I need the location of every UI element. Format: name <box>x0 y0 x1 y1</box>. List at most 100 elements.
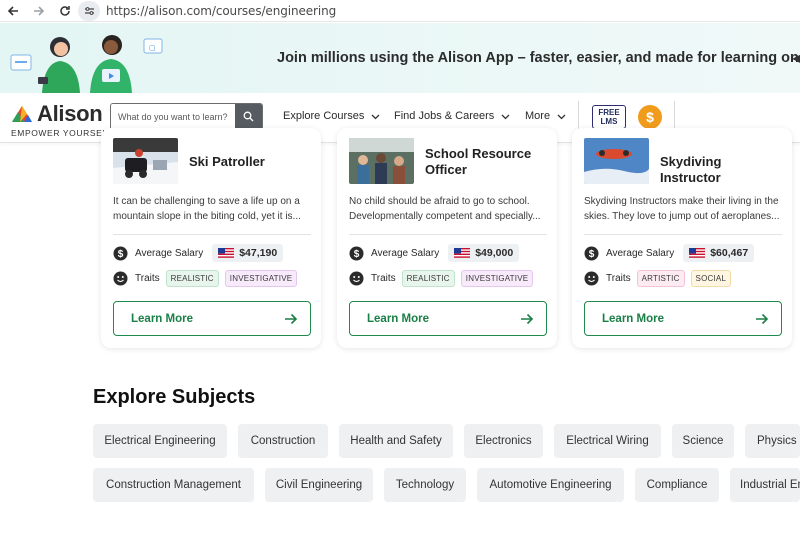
subject-chip[interactable]: Automotive Engineering <box>477 468 624 502</box>
promo-arrow-icon[interactable]: ◀ <box>792 51 800 65</box>
header-divider <box>674 101 675 131</box>
card-title[interactable]: School Resource Officer <box>425 146 550 178</box>
arrow-right-icon <box>756 313 769 324</box>
learn-more-button[interactable]: Learn More <box>113 301 311 336</box>
reload-icon[interactable] <box>52 0 78 22</box>
subject-chip[interactable]: Health and Safety <box>339 424 453 458</box>
menu-label: Find Jobs & Careers <box>394 110 495 122</box>
traits-row: Traits REALISTIC INVESTIGATIVE <box>349 270 534 287</box>
smiley-icon <box>584 271 599 286</box>
smiley-icon <box>113 271 128 286</box>
career-card: Ski Patroller It can be challenging to s… <box>101 128 321 348</box>
learn-more-label: Learn More <box>602 312 664 325</box>
svg-text:$: $ <box>354 249 360 260</box>
promo-text[interactable]: Join millions using the Alison App – fas… <box>277 50 800 66</box>
traits-row: Traits REALISTIC INVESTIGATIVE <box>113 270 298 287</box>
menu-find-jobs[interactable]: Find Jobs & Careers <box>394 110 510 122</box>
skydiving-instructor-image <box>584 138 649 184</box>
subject-chip[interactable]: Science <box>672 424 734 458</box>
dollar-icon: $ <box>113 246 128 260</box>
section-heading: Explore Subjects <box>93 386 256 408</box>
ski-patroller-image <box>113 138 178 184</box>
salary-badge: $60,467 <box>683 244 755 262</box>
card-description: It can be challenging to save a life up … <box>113 196 301 222</box>
subject-chip[interactable]: Construction <box>238 424 328 458</box>
chevron-down-icon <box>371 114 380 119</box>
forward-icon[interactable] <box>26 0 52 22</box>
salary-label: Average Salary <box>371 247 440 259</box>
coin-icon[interactable]: $ <box>638 105 662 129</box>
logo-mark-icon <box>12 106 32 122</box>
dollar-icon: $ <box>349 246 364 260</box>
trait-badge: INVESTIGATIVE <box>460 270 534 287</box>
search-input[interactable] <box>111 104 235 129</box>
subject-chip[interactable]: Civil Engineering <box>265 468 373 502</box>
subject-chip[interactable]: Construction Management <box>93 468 254 502</box>
logo-tagline: EMPOWER YOURSELF <box>11 128 114 138</box>
subject-chip[interactable]: Electronics <box>464 424 543 458</box>
learn-more-button[interactable]: Learn More <box>349 301 547 336</box>
card-divider <box>584 234 782 235</box>
menu-more[interactable]: More <box>525 110 566 122</box>
search-box <box>110 103 263 130</box>
salary-label: Average Salary <box>606 247 675 259</box>
subject-chip[interactable]: Compliance <box>635 468 719 502</box>
salary-value: $60,467 <box>710 247 749 259</box>
us-flag-icon <box>689 248 706 258</box>
us-flag-icon <box>454 248 471 258</box>
salary-row: $ Average Salary $49,000 <box>349 244 520 262</box>
site-info-icon[interactable] <box>78 1 100 21</box>
logo-word: Alison <box>37 101 103 126</box>
school-resource-officer-image <box>349 138 414 184</box>
arrow-right-icon <box>521 313 534 324</box>
back-icon[interactable] <box>0 0 26 22</box>
us-flag-icon <box>218 248 235 258</box>
trait-badge: REALISTIC <box>165 270 219 287</box>
trait-badge: REALISTIC <box>401 270 455 287</box>
address-bar[interactable]: https://alison.com/courses/engineering <box>78 0 336 22</box>
traits-label: Traits <box>606 273 631 284</box>
chevron-down-icon <box>557 114 566 119</box>
subject-chip[interactable]: Electrical Wiring <box>554 424 661 458</box>
svg-text:$: $ <box>118 249 124 260</box>
search-button[interactable] <box>235 104 262 129</box>
card-description: No child should be afraid to go to schoo… <box>349 196 541 222</box>
subject-chip[interactable]: Technology <box>384 468 466 502</box>
card-description: Skydiving Instructors make their living … <box>584 196 780 222</box>
trait-badge: SOCIAL <box>690 270 732 287</box>
traits-label: Traits <box>371 273 396 284</box>
salary-row: $ Average Salary $60,467 <box>584 244 755 262</box>
card-divider <box>349 234 547 235</box>
trait-badge: ARTISTIC <box>636 270 685 287</box>
career-card: School Resource Officer No child should … <box>337 128 557 348</box>
traits-row: Traits ARTISTIC SOCIAL <box>584 270 732 287</box>
arrow-right-icon <box>285 313 298 324</box>
free-lms-button[interactable]: FREE LMS <box>592 105 626 129</box>
people-illustration: ▢ <box>10 35 163 93</box>
trait-badge: INVESTIGATIVE <box>224 270 298 287</box>
menu-label: More <box>525 110 551 122</box>
header-divider <box>578 101 579 131</box>
card-title[interactable]: Skydiving Instructor <box>660 154 785 186</box>
learn-more-label: Learn More <box>367 312 429 325</box>
dollar-icon: $ <box>584 246 599 260</box>
learn-more-button[interactable]: Learn More <box>584 301 782 336</box>
card-divider <box>113 234 311 235</box>
free-lms-line1: FREE <box>598 108 620 117</box>
search-icon <box>243 111 254 122</box>
subject-chip[interactable]: Industrial Engineering <box>730 468 800 502</box>
salary-row: $ Average Salary $47,190 <box>113 244 284 262</box>
subject-chip[interactable]: Physics <box>745 424 800 458</box>
learn-more-label: Learn More <box>131 312 193 325</box>
career-card: Skydiving Instructor Skydiving Instructo… <box>572 128 792 348</box>
app-promo-banner[interactable]: ▢ Join millions using the Alison App – f… <box>0 23 800 93</box>
svg-text:$: $ <box>589 249 595 260</box>
subject-chip[interactable]: Electrical Engineering <box>93 424 227 458</box>
salary-value: $49,000 <box>475 247 514 259</box>
url-text[interactable]: https://alison.com/courses/engineering <box>106 4 336 18</box>
chevron-down-icon <box>501 114 510 119</box>
card-title[interactable]: Ski Patroller <box>189 154 314 170</box>
alison-logo[interactable]: Alison EMPOWER YOURSELF <box>10 101 114 138</box>
free-lms-line2: LMS <box>600 117 618 126</box>
menu-explore-courses[interactable]: Explore Courses <box>283 110 380 122</box>
